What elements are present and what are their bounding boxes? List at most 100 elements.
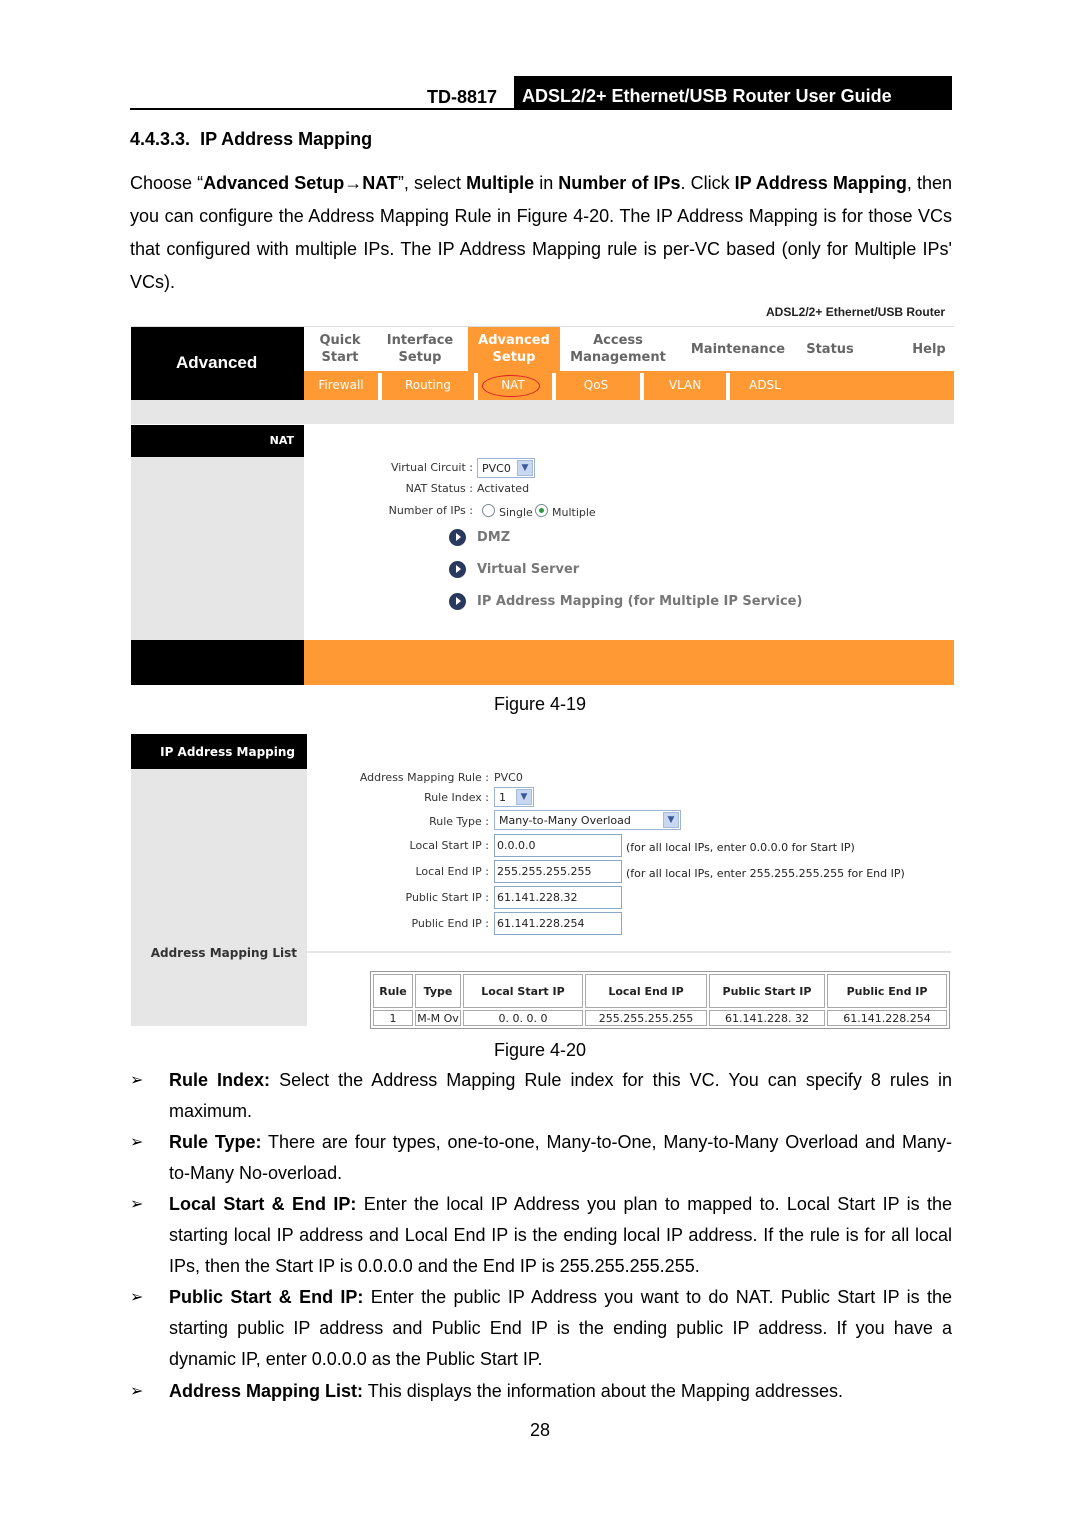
address-mapping-table: Rule Type Local Start IP Local End IP Pu… [370, 971, 950, 1029]
bullet-term: Rule Type: [169, 1132, 262, 1152]
figure-4-20-screenshot: IP Address Mapping Address Mapping List … [131, 734, 951, 1029]
local-start-hint: (for all local IPs, enter 0.0.0.0 for St… [626, 841, 855, 854]
bullet-term: Local Start & End IP: [169, 1194, 357, 1214]
list-item: ➢ Address Mapping List: This displays th… [130, 1376, 952, 1407]
table-cell: M-M Ov [415, 1010, 461, 1026]
link-dmz[interactable]: DMZ [477, 530, 510, 545]
arrow-circle-icon [449, 593, 466, 610]
header-title: ADSL2/2+ Ethernet/USB Router User Guide [514, 76, 952, 110]
router-brand: ADSL2/2+ Ethernet/USB Router [766, 305, 946, 319]
radio-multiple[interactable] [535, 504, 548, 517]
section-label: Advanced [131, 327, 304, 400]
arrow-bullet-icon: ➢ [130, 1383, 144, 1400]
tab-advanced-setup[interactable]: Advanced Setup [468, 327, 560, 371]
virtual-circuit-label: Virtual Circuit : [390, 461, 473, 474]
rule-type-label: Rule Type : [429, 815, 489, 828]
intro-paragraph: Choose “Advanced Setup→NAT”, select Mult… [130, 167, 952, 299]
column-header: Local Start IP [463, 974, 583, 1008]
chevron-down-icon: ▼ [517, 460, 533, 476]
nat-status-label: NAT Status : [405, 482, 473, 495]
figure-4-19-screenshot: Advanced Quick Start Interface Setup Advan… [131, 326, 954, 685]
column-header: Public Start IP [709, 974, 825, 1008]
table-header-row: Rule Type Local Start IP Local End IP Pu… [373, 974, 947, 1008]
bullet-term: Rule Index: [169, 1070, 271, 1090]
local-end-label: Local End IP : [415, 865, 490, 878]
intro-text: . Click [680, 173, 735, 193]
local-start-label: Local Start IP : [409, 839, 489, 852]
radio-multiple-label: Multiple [552, 506, 596, 519]
rule-type-select[interactable]: Many-to-Many Overload ▼ [494, 810, 681, 830]
sub-nav: Firewall Routing NAT QoS VLAN ADSL [304, 371, 954, 400]
local-end-input[interactable]: 255.255.255.255 [494, 860, 622, 883]
arrow-bullet-icon: ➢ [130, 1072, 144, 1089]
tab-status[interactable]: Status [796, 327, 864, 371]
intro-text: ”, select [397, 173, 467, 193]
bullet-term: Address Mapping List: [169, 1381, 364, 1401]
sidebar [131, 457, 304, 640]
subtab-vlan[interactable]: VLAN [644, 371, 726, 400]
section-heading: 4.4.3.3. IP Address Mapping [130, 129, 372, 150]
table-cell: 61.141.228.254 [827, 1010, 947, 1026]
tab-quick-start[interactable]: Quick Start [304, 327, 376, 371]
panel-title: IP Address Mapping [131, 734, 307, 769]
tab-maintenance[interactable]: Maintenance [680, 327, 796, 371]
chevron-down-icon: ▼ [516, 789, 532, 805]
bullet-term: Public Start & End IP: [169, 1287, 364, 1307]
radio-single[interactable] [482, 504, 495, 517]
virtual-circuit-select[interactable]: PVC0 ▼ [477, 458, 535, 478]
column-header: Rule [373, 974, 413, 1008]
column-header: Local End IP [585, 974, 707, 1008]
bullet-text: Select the Address Mapping Rule index fo… [169, 1070, 952, 1121]
header-model: TD-8817 [427, 87, 498, 107]
list-item: ➢ Public Start & End IP: Enter the publi… [130, 1282, 952, 1375]
column-header: Type [415, 974, 461, 1008]
footer-orange [304, 640, 954, 685]
arrow-bullet-icon: ➢ [130, 1134, 144, 1151]
link-virtual-server[interactable]: Virtual Server [477, 562, 579, 577]
bullet-text: This displays the information about the … [363, 1381, 843, 1401]
public-end-label: Public End IP : [411, 917, 489, 930]
rule-value: PVC0 [494, 771, 523, 784]
list-item: ➢ Rule Type: There are four types, one-t… [130, 1127, 952, 1189]
table-cell: 255.255.255.255 [585, 1010, 707, 1026]
arrow-circle-icon [449, 529, 466, 546]
page-header: TD-8817 ADSL2/2+ Ethernet/USB Router Use… [130, 76, 952, 110]
column-header: Public End IP [827, 974, 947, 1008]
subtab-routing[interactable]: Routing [382, 371, 474, 400]
subtab-adsl[interactable]: ADSL [730, 371, 800, 400]
tab-interface-setup[interactable]: Interface Setup [376, 327, 464, 371]
intro-bold: IP Address Mapping [734, 173, 907, 193]
figure-caption: Figure 4-20 [493, 1040, 587, 1060]
chevron-down-icon: ▼ [663, 812, 679, 828]
tab-access-management[interactable]: Access Management [560, 327, 676, 371]
intro-bold: Number of IPs [558, 173, 681, 193]
link-ip-address-mapping[interactable]: IP Address Mapping (for Multiple IP Serv… [477, 594, 802, 609]
figure-caption: Figure 4-19 [493, 694, 587, 714]
subtab-qos[interactable]: QoS [556, 371, 636, 400]
top-nav: Quick Start Interface Setup Advanced Setup … [304, 327, 954, 371]
tab-help[interactable]: Help [904, 327, 954, 371]
arrow-circle-icon [449, 561, 466, 578]
list-title: Address Mapping List [150, 946, 297, 960]
public-start-input[interactable]: 61.141.228.32 [494, 886, 622, 909]
public-start-label: Public Start IP : [405, 891, 490, 904]
local-end-hint: (for all local IPs, enter 255.255.255.25… [626, 867, 905, 880]
radio-single-label: Single [499, 506, 533, 519]
footer-black [131, 640, 304, 685]
subtab-firewall[interactable]: Firewall [304, 371, 378, 400]
table-cell: 61.141.228. 32 [709, 1010, 825, 1026]
sidebar: Address Mapping List [131, 769, 307, 1026]
table-cell: 1 [373, 1010, 413, 1026]
intro-bold: Advanced Setup→NAT [203, 173, 398, 193]
intro-text: Choose “ [130, 173, 204, 193]
rule-index-select[interactable]: 1 ▼ [494, 787, 534, 807]
intro-bold: Multiple [466, 173, 535, 193]
nat-status-value: Activated [477, 482, 530, 495]
local-start-input[interactable]: 0.0.0.0 [494, 834, 622, 857]
section-number: 4.4.3.3. [130, 129, 191, 149]
list-item: ➢ Rule Index: Select the Address Mapping… [130, 1065, 952, 1127]
public-end-input[interactable]: 61.141.228.254 [494, 912, 622, 935]
highlight-circle [482, 375, 540, 397]
intro-text: in [534, 173, 559, 193]
table-row: 1 M-M Ov 0. 0. 0. 0 255.255.255.255 61.1… [373, 1010, 947, 1026]
